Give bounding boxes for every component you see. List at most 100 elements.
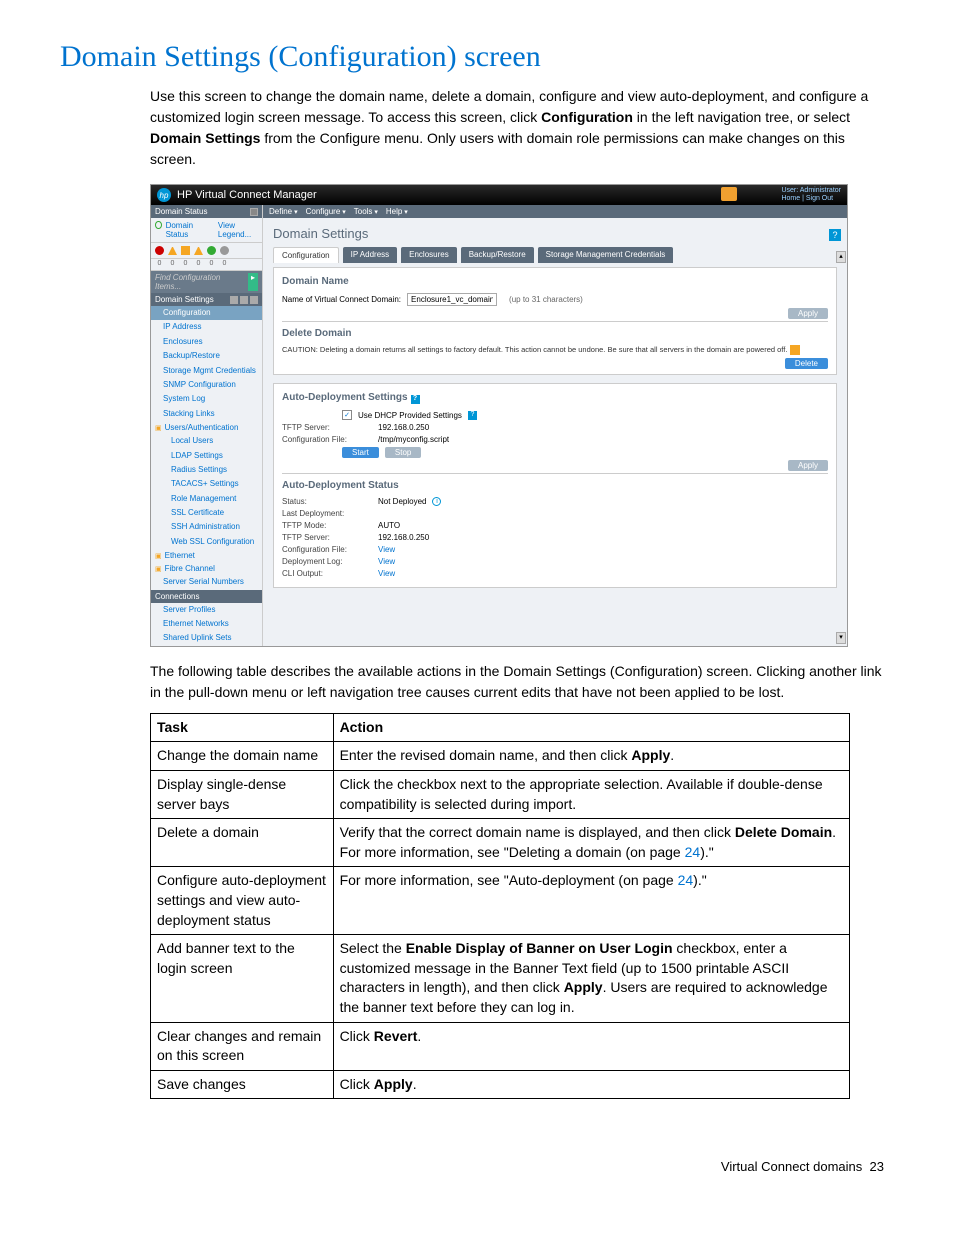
sidebar-item[interactable]: SNMP Configuration	[151, 378, 262, 392]
sidebar-category[interactable]: Fibre Channel	[151, 562, 262, 575]
main-panel: Define Configure Tools Help ▴ ▾ Domain S…	[263, 205, 847, 646]
status-value: 192.168.0.250	[378, 533, 429, 542]
task-cell: Add banner text to the login screen	[151, 935, 334, 1022]
sidebar-item[interactable]: Web SSL Configuration	[151, 535, 262, 549]
user-links[interactable]: User: AdministratorHome | Sign Out	[781, 187, 841, 202]
action-cell: Click the checkbox next to the appropria…	[333, 771, 849, 819]
error-icon	[155, 246, 164, 255]
sidebar-item[interactable]: Enclosures	[151, 335, 262, 349]
dhcp-checkbox[interactable]: ✓	[342, 410, 352, 420]
domain-name-input[interactable]	[407, 293, 497, 306]
find-input[interactable]: Find Configuration Items...▸	[151, 271, 262, 293]
tab-backup-restore[interactable]: Backup/Restore	[461, 247, 534, 263]
sidebar-item[interactable]: Backup/Restore	[151, 349, 262, 363]
status-label: CLI Output:	[282, 569, 372, 578]
action-cell: Click Revert.	[333, 1022, 849, 1070]
sidebar-item[interactable]: SSH Administration	[151, 520, 262, 534]
sidebar-item[interactable]: Shared Uplink Sets	[151, 631, 262, 645]
table-header-action: Action	[333, 713, 849, 742]
find-go-button[interactable]: ▸	[248, 273, 258, 291]
view-legend-link[interactable]: View Legend...	[218, 221, 258, 239]
auto-deployment-panel: Auto-Deployment Settings? ✓ Use DHCP Pro…	[273, 383, 837, 588]
start-button[interactable]: Start	[342, 447, 379, 458]
warning-icon	[168, 246, 177, 255]
sidebar-item[interactable]: Ethernet Networks	[151, 617, 262, 631]
table-row: Display single-dense server baysClick th…	[151, 771, 850, 819]
dhcp-label: Use DHCP Provided Settings	[358, 411, 462, 420]
task-cell: Configure auto-deployment settings and v…	[151, 867, 334, 935]
table-header-task: Task	[151, 713, 334, 742]
sidebar-item[interactable]: Role Management	[151, 492, 262, 506]
sidebar-item[interactable]: SSL Certificate	[151, 506, 262, 520]
table-row: Delete a domainVerify that the correct d…	[151, 819, 850, 867]
tab-configuration[interactable]: Configuration	[273, 247, 339, 263]
help-icon[interactable]: ?	[829, 229, 841, 241]
alert-badge-icon	[721, 187, 737, 201]
page-title: Domain Settings (Configuration) screen	[60, 40, 894, 74]
sidebar-item[interactable]: LDAP Settings	[151, 449, 262, 463]
scroll-down-icon[interactable]: ▾	[836, 632, 846, 644]
sidebar-item[interactable]: TACACS+ Settings	[151, 477, 262, 491]
table-row: Configure auto-deployment settings and v…	[151, 867, 850, 935]
menu-bar[interactable]: Define Configure Tools Help	[263, 205, 847, 218]
apply-button[interactable]: Apply	[788, 308, 828, 319]
sidebar-connections-header: Connections	[151, 590, 262, 603]
refresh-icon[interactable]	[155, 221, 162, 229]
domain-status-link[interactable]: Domain Status	[166, 221, 206, 239]
post-paragraph: The following table describes the availa…	[150, 661, 894, 703]
ok-icon	[207, 246, 216, 255]
menu-tools[interactable]: Tools	[354, 207, 378, 216]
minor-icon	[181, 246, 190, 255]
status-label: TFTP Server:	[282, 533, 372, 542]
action-cell: Click Apply.	[333, 1070, 849, 1099]
menu-define[interactable]: Define	[269, 207, 298, 216]
sidebar-item[interactable]: Configuration	[151, 306, 262, 320]
status-value: AUTO	[378, 521, 400, 530]
domain-name-hint: (up to 31 characters)	[509, 295, 583, 304]
table-row: Add banner text to the login screenSelec…	[151, 935, 850, 1022]
tab-storage-credentials[interactable]: Storage Management Credentials	[538, 247, 674, 263]
table-row: Clear changes and remain on this screenC…	[151, 1022, 850, 1070]
delete-domain-heading: Delete Domain	[282, 328, 828, 339]
menu-configure[interactable]: Configure	[306, 207, 346, 216]
warning-icon	[790, 345, 800, 355]
delete-button[interactable]: Delete	[785, 358, 828, 369]
task-cell: Save changes	[151, 1070, 334, 1099]
stop-button[interactable]: Stop	[385, 447, 421, 458]
help-icon[interactable]: ?	[468, 411, 477, 420]
action-cell: Verify that the correct domain name is d…	[333, 819, 849, 867]
sidebar-item[interactable]: Local Users	[151, 434, 262, 448]
status-value[interactable]: View	[378, 569, 395, 578]
tab-enclosures[interactable]: Enclosures	[401, 247, 457, 263]
tab-ip-address[interactable]: IP Address	[343, 247, 398, 263]
sidebar-item[interactable]: IP Address	[151, 320, 262, 334]
action-cell: Enter the revised domain name, and then …	[333, 742, 849, 771]
info-icon[interactable]: i	[432, 497, 441, 506]
main-title: Domain Settings	[273, 226, 837, 241]
apply-button[interactable]: Apply	[788, 460, 828, 471]
collapse-icon[interactable]	[250, 208, 258, 216]
tftp-label: TFTP Server:	[282, 423, 372, 432]
app-title: HP Virtual Connect Manager	[177, 189, 317, 201]
table-row: Save changesClick Apply.	[151, 1070, 850, 1099]
scroll-up-icon[interactable]: ▴	[836, 251, 846, 263]
menu-help[interactable]: Help	[386, 207, 408, 216]
actions-table: Task Action Change the domain nameEnter …	[150, 713, 850, 1100]
status-value[interactable]: View	[378, 557, 395, 566]
sidebar-item[interactable]: Radius Settings	[151, 463, 262, 477]
sidebar-item[interactable]: System Log	[151, 392, 262, 406]
sidebar-item[interactable]: Server Profiles	[151, 603, 262, 617]
task-cell: Delete a domain	[151, 819, 334, 867]
domain-name-label: Name of Virtual Connect Domain:	[282, 295, 401, 304]
action-cell: Select the Enable Display of Banner on U…	[333, 935, 849, 1022]
unknown-icon	[220, 246, 229, 255]
sidebar-serial[interactable]: Server Serial Numbers	[151, 575, 262, 589]
page-footer: Virtual Connect domains 23	[70, 1159, 894, 1174]
app-titlebar: hp HP Virtual Connect Manager User: Admi…	[151, 185, 847, 205]
sidebar-category[interactable]: Ethernet	[151, 549, 262, 562]
status-value[interactable]: View	[378, 545, 395, 554]
sidebar-item[interactable]: Stacking Links	[151, 407, 262, 421]
sidebar-item[interactable]: Storage Mgmt Credentials	[151, 364, 262, 378]
sidebar-users-auth[interactable]: Users/Authentication	[151, 421, 262, 434]
help-icon[interactable]: ?	[411, 395, 420, 404]
